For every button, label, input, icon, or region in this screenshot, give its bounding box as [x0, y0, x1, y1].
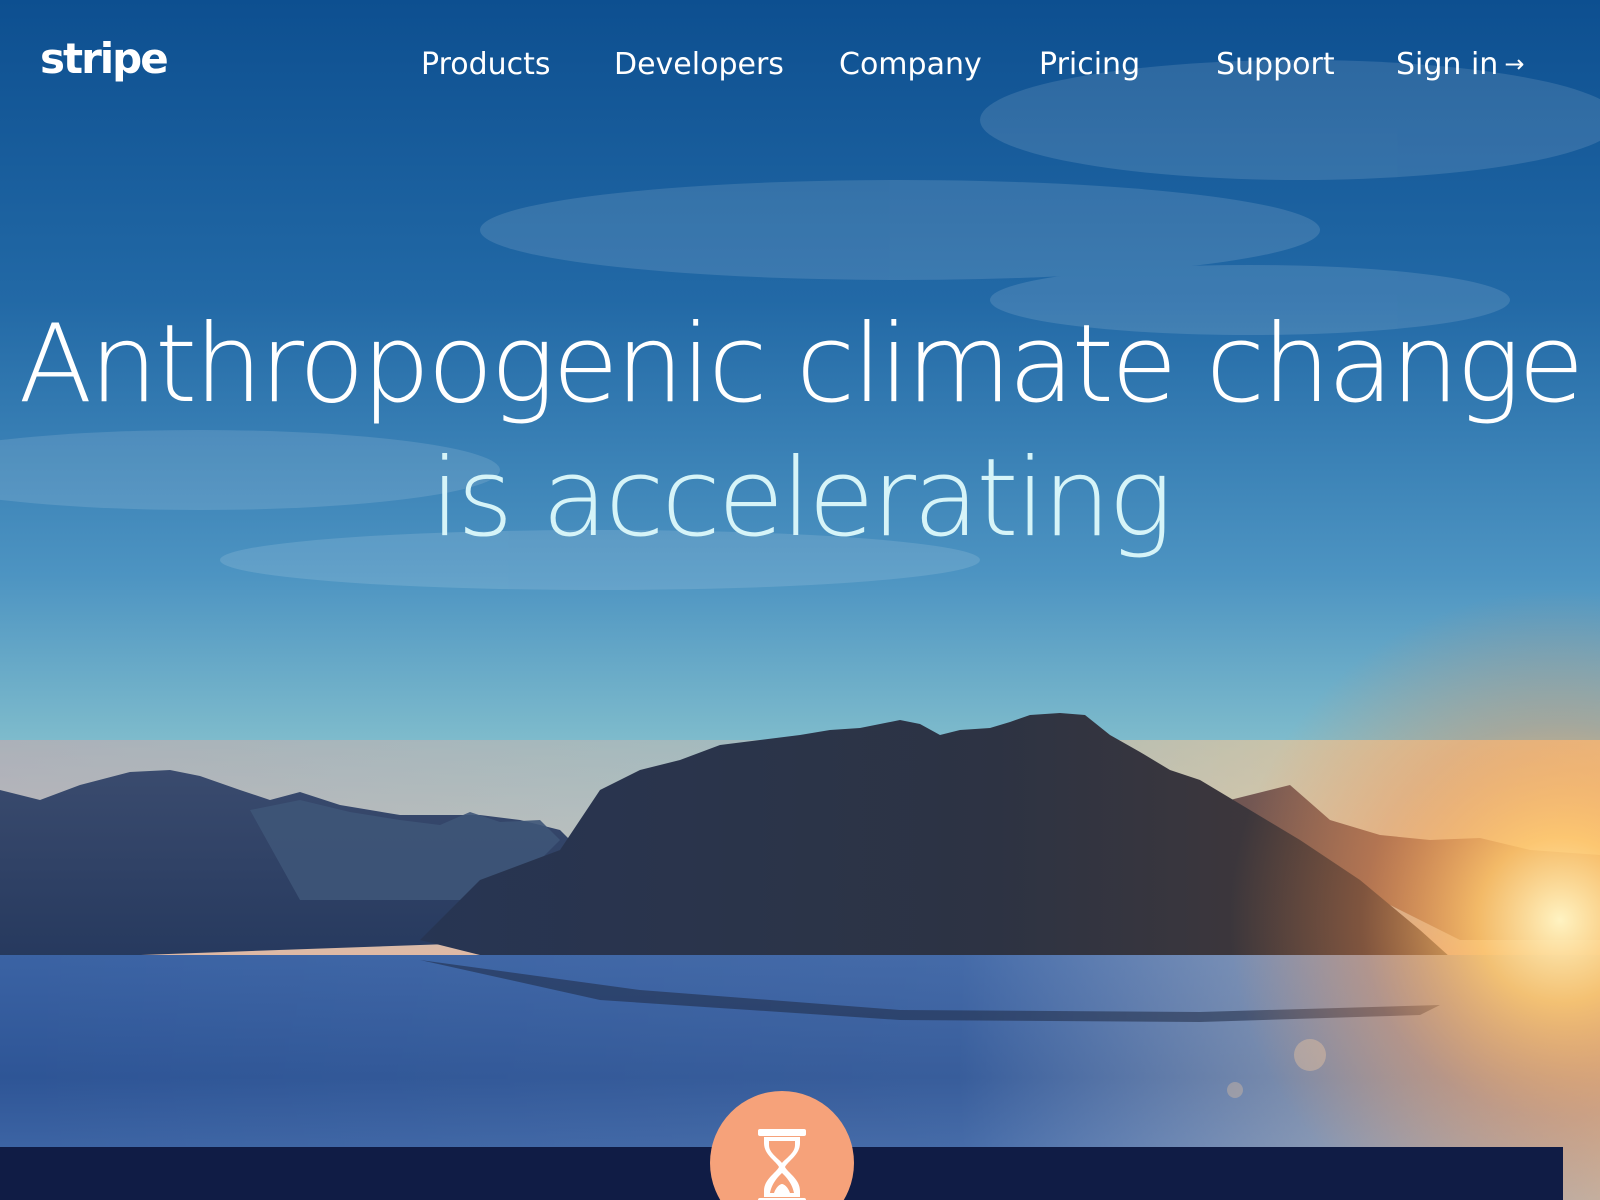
landscape-background-image [0, 0, 1600, 1200]
arrow-right-icon: → [1504, 50, 1525, 78]
hero-section: stripe Products Developers Company Prici… [0, 0, 1600, 1200]
nav-link-pricing[interactable]: Pricing [1039, 50, 1140, 80]
hourglass-icon [758, 1129, 806, 1200]
hero-headline: Anthropogenic climate change is accelera… [0, 298, 1600, 566]
nav-link-products[interactable]: Products [421, 50, 551, 80]
nav-link-developers[interactable]: Developers [614, 50, 784, 80]
top-navigation: stripe Products Developers Company Prici… [0, 0, 1600, 140]
headline-line-1: Anthropogenic climate change [18, 302, 1585, 427]
nav-link-support[interactable]: Support [1216, 50, 1335, 80]
sign-in-label: Sign in [1396, 47, 1499, 82]
stripe-logo[interactable]: stripe [40, 38, 169, 80]
sign-in-link[interactable]: Sign in → [1396, 50, 1524, 80]
headline-line-2: is accelerating [430, 436, 1173, 561]
nav-link-company[interactable]: Company [839, 50, 982, 80]
